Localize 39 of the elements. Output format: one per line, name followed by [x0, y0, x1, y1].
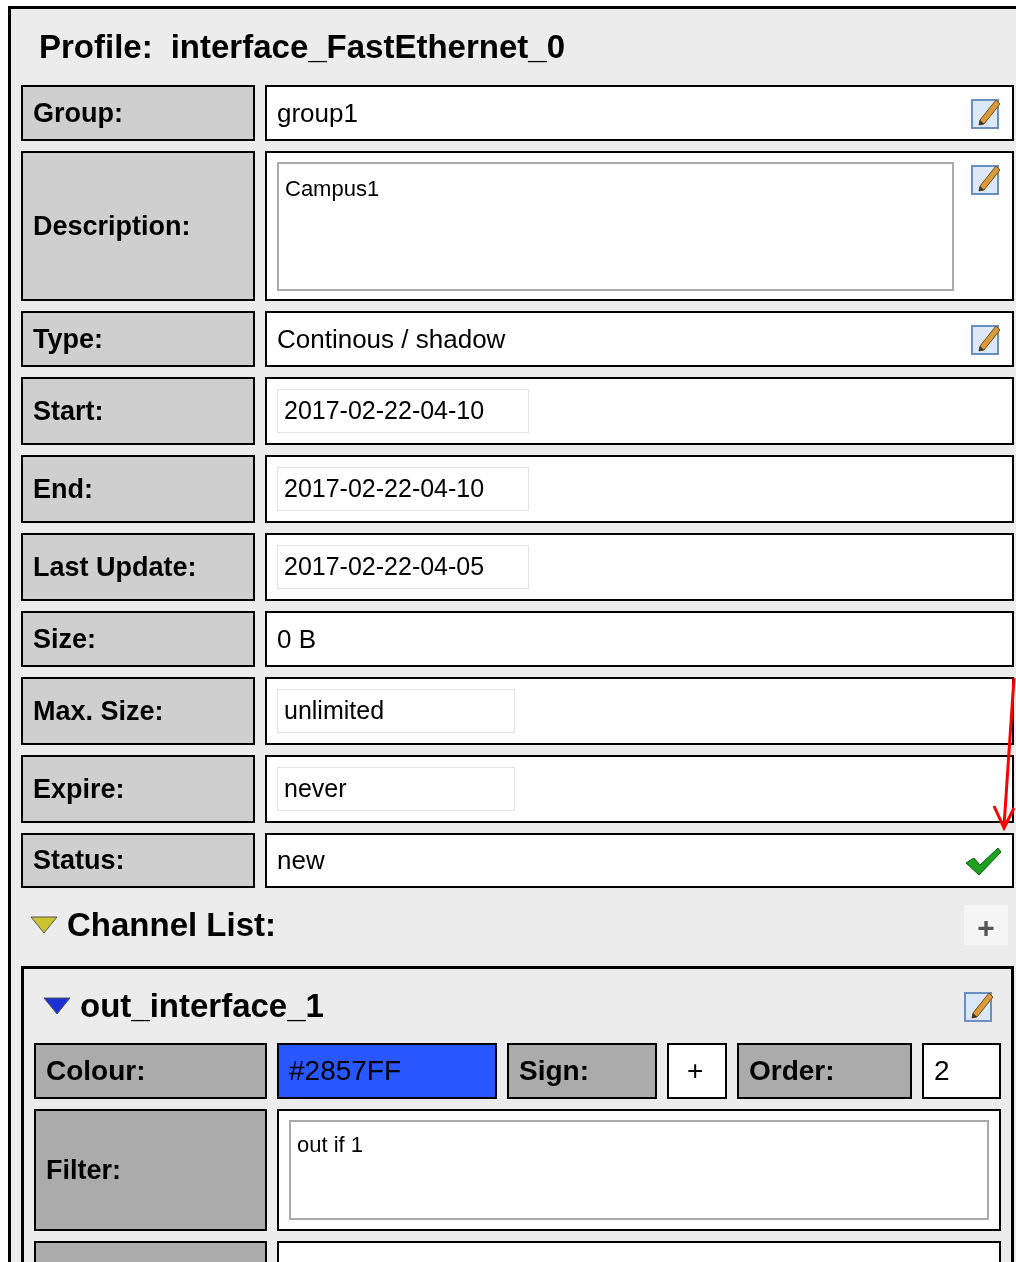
field-label: Max. Size:: [21, 677, 255, 745]
add-button[interactable]: +: [964, 905, 1008, 945]
sign-field[interactable]: +: [667, 1043, 727, 1099]
input-field[interactable]: never: [277, 767, 515, 811]
pencil-note-icon[interactable]: [970, 322, 1002, 356]
field-value: 0 B: [277, 622, 318, 656]
order-field[interactable]: 2: [922, 1043, 1001, 1099]
channel-list-title: Channel List:: [67, 905, 277, 946]
input-field[interactable]: 2017-02-22-04-10: [277, 389, 529, 433]
filter-textarea[interactable]: out if 1: [289, 1120, 989, 1220]
field-label: Sign:: [507, 1043, 657, 1099]
field-label: Group:: [21, 85, 255, 141]
triangle-icon[interactable]: [29, 914, 59, 936]
field-value: Continous / shadow: [277, 322, 507, 356]
field-label: Description:: [21, 151, 255, 301]
profile-name: interface_FastEthernet_0: [170, 27, 565, 68]
description-textarea[interactable]: Campus1: [277, 162, 954, 291]
field-value: group1: [277, 96, 359, 130]
input-field[interactable]: 2017-02-22-04-05: [277, 545, 529, 589]
profile-label: Profile:: [39, 27, 153, 68]
field-label: Expire:: [21, 755, 255, 823]
field-label: Colour:: [34, 1043, 267, 1099]
triangle-icon[interactable]: [42, 995, 72, 1017]
input-field[interactable]: 2017-02-22-04-10: [277, 467, 529, 511]
field-label: End:: [21, 455, 255, 523]
pencil-note-icon[interactable]: [963, 989, 995, 1023]
colour-field[interactable]: #2857FF: [277, 1043, 497, 1099]
status-value: new: [277, 844, 326, 877]
pencil-note-icon[interactable]: [970, 96, 1002, 130]
field-label: Size:: [21, 611, 255, 667]
field-label: Status:: [21, 833, 255, 888]
field-label: Filter:: [34, 1109, 267, 1231]
channel-name: out_interface_1: [80, 986, 325, 1027]
field-label: Order:: [737, 1043, 912, 1099]
field-label: Start:: [21, 377, 255, 445]
input-field[interactable]: unlimited: [277, 689, 515, 733]
field-label: Last Update:: [21, 533, 255, 601]
field-label: Type:: [21, 311, 255, 367]
pencil-note-icon[interactable]: [970, 162, 1002, 196]
